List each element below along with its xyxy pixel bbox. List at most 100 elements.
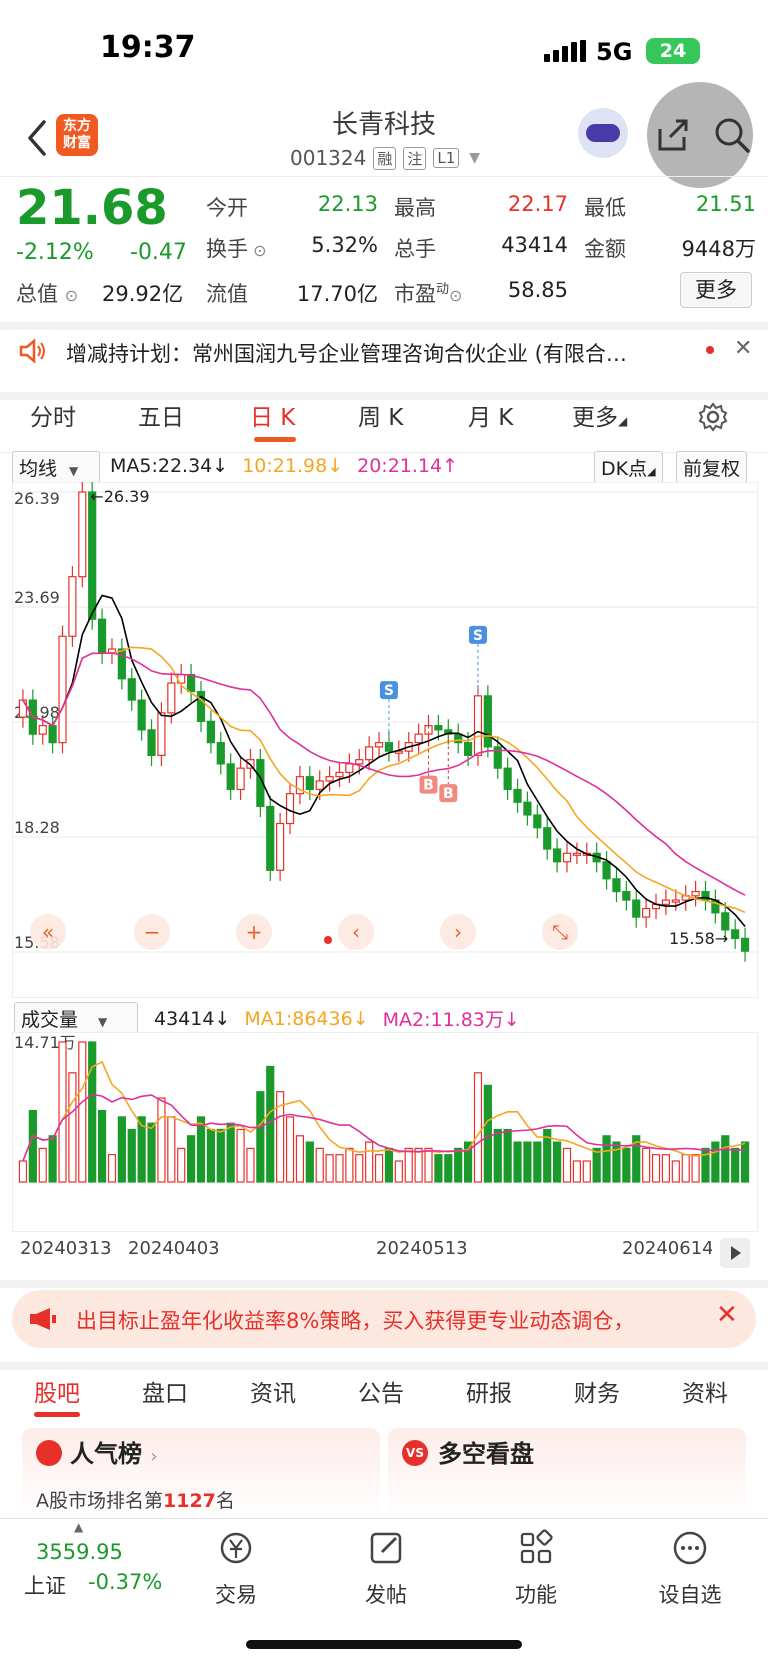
pe-label: 市盈动⊙ (394, 282, 463, 306)
divider (0, 1280, 768, 1288)
ma5-value: MA5:22.34↓ (110, 455, 229, 477)
candle-body (266, 805, 275, 871)
adjust-button[interactable]: 前复权 (676, 451, 748, 484)
volume-bar (513, 1141, 522, 1183)
volume-values: 43414↓ MA1:86436↓ MA2:11.83万↓ (154, 1005, 520, 1032)
nav-post[interactable]: 发帖 (336, 1528, 436, 1609)
candle-body (137, 699, 146, 731)
tab-profile[interactable]: 资料 (682, 1374, 728, 1408)
volume-bar (384, 1147, 394, 1183)
close-icon[interactable]: ✕ (734, 336, 752, 361)
notice-text[interactable]: 增减持计划：常州国润九号企业管理咨询合伙企业 (有限合… (66, 338, 682, 368)
ad-text[interactable]: 出目标止盈年化收益率8%策略，买入获得更专业动态调仓， (76, 1305, 706, 1335)
volume-bar (503, 1128, 512, 1183)
volume-bar (177, 1147, 186, 1183)
rewind-icon[interactable]: « (30, 914, 66, 950)
nav-functions[interactable]: 功能 (486, 1528, 586, 1609)
volume-bar (28, 1109, 37, 1183)
index-value[interactable]: 3559.95 (36, 1540, 123, 1564)
change-amount: -0.47 (130, 240, 187, 265)
tab-announcements[interactable]: 公告 (358, 1374, 404, 1408)
high-value: 22.17 (507, 192, 568, 216)
candle-body (58, 635, 67, 744)
volume-bar (642, 1147, 651, 1183)
candle-body (325, 776, 334, 782)
volume-bar (58, 1041, 67, 1183)
candle-body (236, 767, 245, 791)
index-change[interactable]: -0.37% (88, 1570, 162, 1594)
amount-label: 金额 (584, 237, 626, 261)
candle-body (305, 776, 314, 791)
index-name[interactable]: 上证 (24, 1570, 66, 1600)
candle-body (731, 929, 740, 939)
assistant-robot-icon[interactable] (578, 108, 628, 158)
more-button[interactable]: 更多 (680, 272, 752, 308)
volume-bar (226, 1122, 235, 1183)
fullscreen-icon[interactable]: ⤡ (542, 914, 578, 950)
nav-watchlist[interactable]: 设自选 (640, 1528, 740, 1609)
info-icon: ⊙ (248, 241, 267, 260)
volume-bar (236, 1128, 245, 1183)
candle-body (68, 576, 77, 637)
zoom-in-icon[interactable]: + (236, 914, 272, 950)
volume-bar (562, 1147, 572, 1183)
tab-intraday[interactable]: 分时 (30, 398, 76, 432)
candle-body (365, 746, 374, 761)
volume-bar (246, 1147, 255, 1183)
tab-weekly-k[interactable]: 周 K (358, 398, 403, 432)
volume-bar (216, 1128, 225, 1183)
candle-body (740, 937, 750, 952)
volume-bar (88, 1041, 97, 1183)
volume-chart[interactable]: 14.71万 (12, 1032, 758, 1232)
volume-value: 43414 (501, 233, 568, 257)
indicator-select[interactable]: 均线 ▼ (12, 451, 100, 484)
candle-body (38, 725, 47, 735)
volume-bar (414, 1147, 423, 1183)
settings-gear-icon[interactable] (698, 402, 728, 432)
tab-financials[interactable]: 财务 (574, 1374, 620, 1408)
volume-bar (651, 1154, 661, 1183)
tab-orderbook[interactable]: 盘口 (142, 1374, 188, 1408)
volume-bar (157, 1097, 166, 1183)
tab-monthly-k[interactable]: 月 K (468, 398, 513, 432)
candlestick-chart[interactable]: 26.3923.6920.9818.2815.58←26.3915.58→SSB… (12, 482, 758, 998)
tab-daily-k[interactable]: 日 K (250, 398, 295, 432)
candle-body (97, 618, 107, 654)
candle-body (503, 767, 512, 791)
candle-body (335, 771, 344, 778)
low-label: 最低 (584, 196, 626, 220)
share-icon[interactable] (652, 115, 692, 155)
stock-code-row[interactable]: 001324 融 注 L1 ▼ (290, 146, 480, 170)
status-time: 19:37 (100, 30, 196, 65)
volume-bar (493, 1128, 502, 1183)
candle-body (117, 648, 126, 680)
volume-bar (731, 1147, 740, 1183)
candle-body (78, 491, 87, 578)
next-icon[interactable]: › (440, 914, 476, 950)
zoom-out-icon[interactable]: − (134, 914, 170, 950)
tab-research[interactable]: 研报 (466, 1374, 512, 1408)
tab-news[interactable]: 资讯 (250, 1374, 296, 1408)
position-dot (324, 936, 332, 944)
volume-indicator-select[interactable]: 成交量 ▼ (14, 1002, 138, 1035)
volume-bar (325, 1154, 334, 1183)
tab-five-day[interactable]: 五日 (138, 398, 184, 432)
volume-bar (18, 1160, 28, 1183)
play-icon[interactable] (720, 1238, 750, 1268)
candle-body (414, 733, 423, 744)
prev-icon[interactable]: ‹ (338, 914, 374, 950)
tab-forum[interactable]: 股吧 (34, 1374, 80, 1408)
dk-point-button[interactable]: DK点◢ (594, 451, 663, 484)
yuan-cycle-icon (220, 1532, 252, 1564)
low-marker: 15.58→ (669, 929, 728, 948)
volume-bar (533, 1141, 542, 1183)
close-icon[interactable]: ✕ (716, 1300, 738, 1330)
candle-body (216, 742, 225, 765)
tab-more[interactable]: 更多◢ (572, 398, 627, 432)
market-cap-label: 总值 ⊙ (16, 282, 79, 306)
nav-trade[interactable]: 交易 (186, 1528, 286, 1609)
search-icon[interactable] (712, 115, 752, 155)
ranking-icon (36, 1440, 62, 1466)
volume-bar (335, 1154, 344, 1183)
control-glyph: ⤡ (552, 920, 568, 944)
